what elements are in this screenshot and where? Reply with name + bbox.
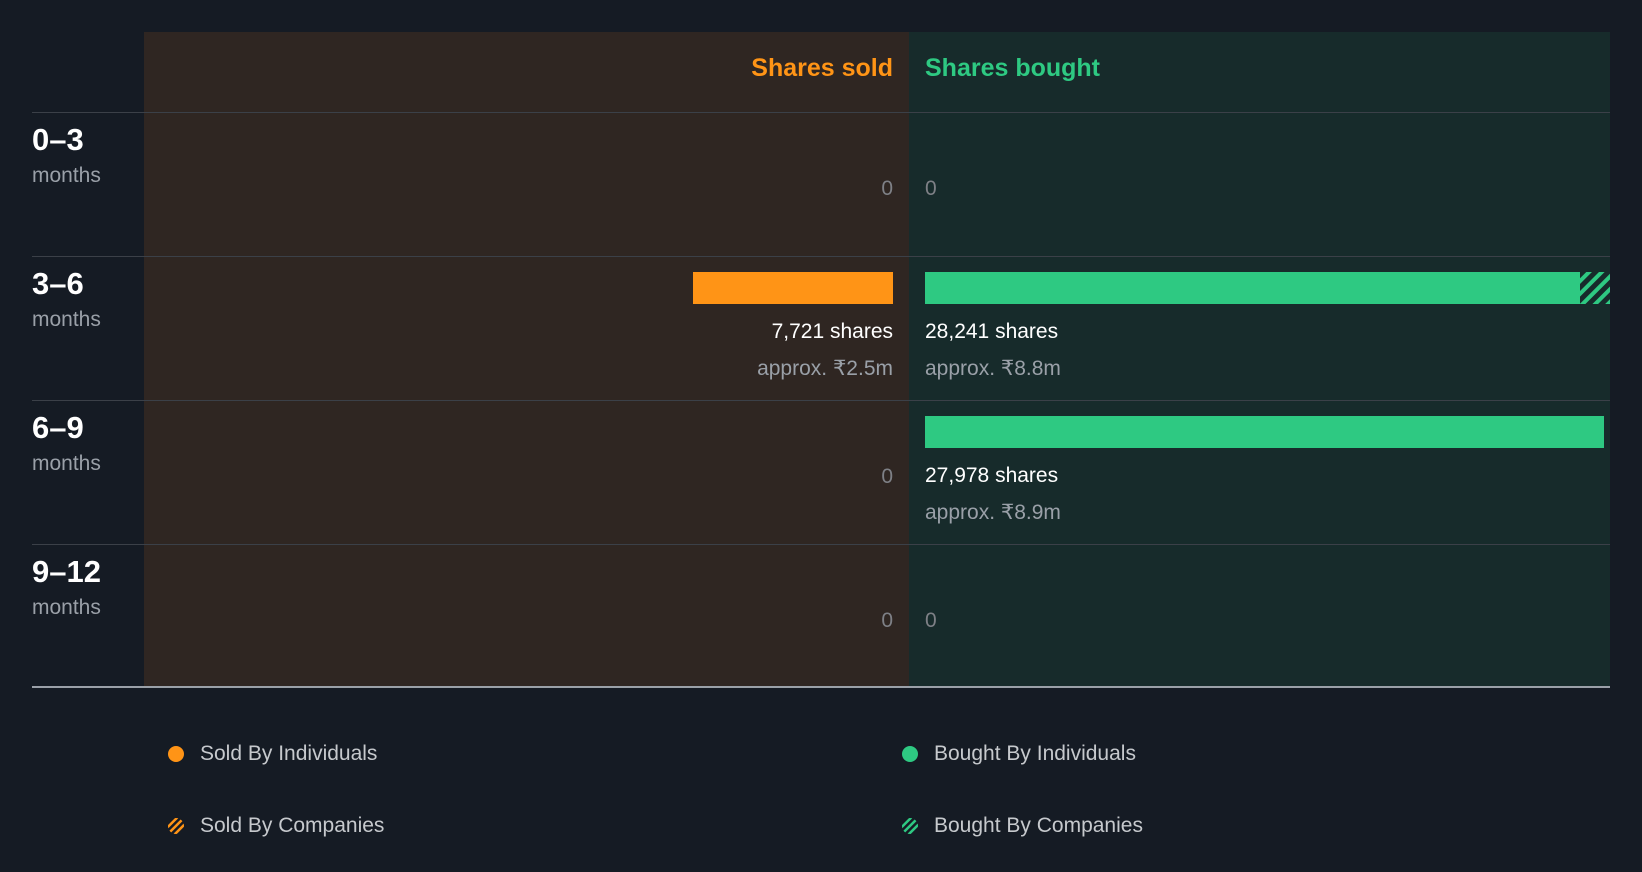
row-unit: months [32, 164, 101, 187]
bought-approx-label: approx. ₹8.8m [925, 357, 1061, 380]
row-unit: months [32, 596, 101, 619]
sold-approx-label: approx. ₹2.5m [757, 357, 893, 380]
bought-approx-label: approx. ₹8.9m [925, 501, 1061, 524]
row-divider [32, 544, 1610, 545]
row-divider [32, 400, 1610, 401]
row-unit: months [32, 452, 101, 475]
sold-bar [693, 272, 893, 304]
row-range: 6–9 [32, 410, 84, 445]
baseline-axis [32, 686, 1610, 688]
bought-value-label: 0 [925, 609, 937, 632]
legend-sold-individuals[interactable]: Sold By Individuals [168, 742, 377, 766]
bought-shares-label: 28,241 shares [925, 320, 1059, 343]
row-divider [32, 256, 1610, 257]
green-hatched-dot-icon [902, 818, 918, 834]
row-label-3-6: 3–6 months [32, 266, 101, 332]
green-dot-icon [902, 746, 918, 762]
sold-shares-label: 7,721 shares [771, 320, 893, 343]
shares-bought-header: Shares bought [925, 54, 1101, 82]
legend-sold-companies[interactable]: Sold By Companies [168, 814, 384, 838]
orange-dot-icon [168, 746, 184, 762]
row-label-0-3: 0–3 months [32, 122, 101, 188]
orange-hatched-dot-icon [168, 818, 184, 834]
legend-label: Bought By Individuals [934, 742, 1136, 765]
legend-bought-companies[interactable]: Bought By Companies [902, 814, 1143, 838]
row-range: 0–3 [32, 122, 84, 157]
bought-individuals-bar [925, 272, 1580, 304]
row-range: 9–12 [32, 554, 101, 589]
legend-label: Bought By Companies [934, 814, 1143, 837]
legend-label: Sold By Companies [200, 814, 385, 837]
legend-label: Sold By Individuals [200, 742, 378, 765]
sold-value-label: 0 [881, 609, 893, 632]
row-range: 3–6 [32, 266, 84, 301]
row-divider [32, 112, 1610, 113]
sold-value-label: 0 [881, 177, 893, 200]
bought-individuals-bar [925, 416, 1604, 448]
legend-bought-individuals[interactable]: Bought By Individuals [902, 742, 1136, 766]
row-label-9-12: 9–12 months [32, 554, 101, 620]
shares-sold-header: Shares sold [751, 54, 893, 82]
bought-value-label: 0 [925, 177, 937, 200]
row-unit: months [32, 308, 101, 331]
sold-value-label: 0 [881, 465, 893, 488]
bought-shares-label: 27,978 shares [925, 464, 1059, 487]
row-label-6-9: 6–9 months [32, 410, 101, 476]
